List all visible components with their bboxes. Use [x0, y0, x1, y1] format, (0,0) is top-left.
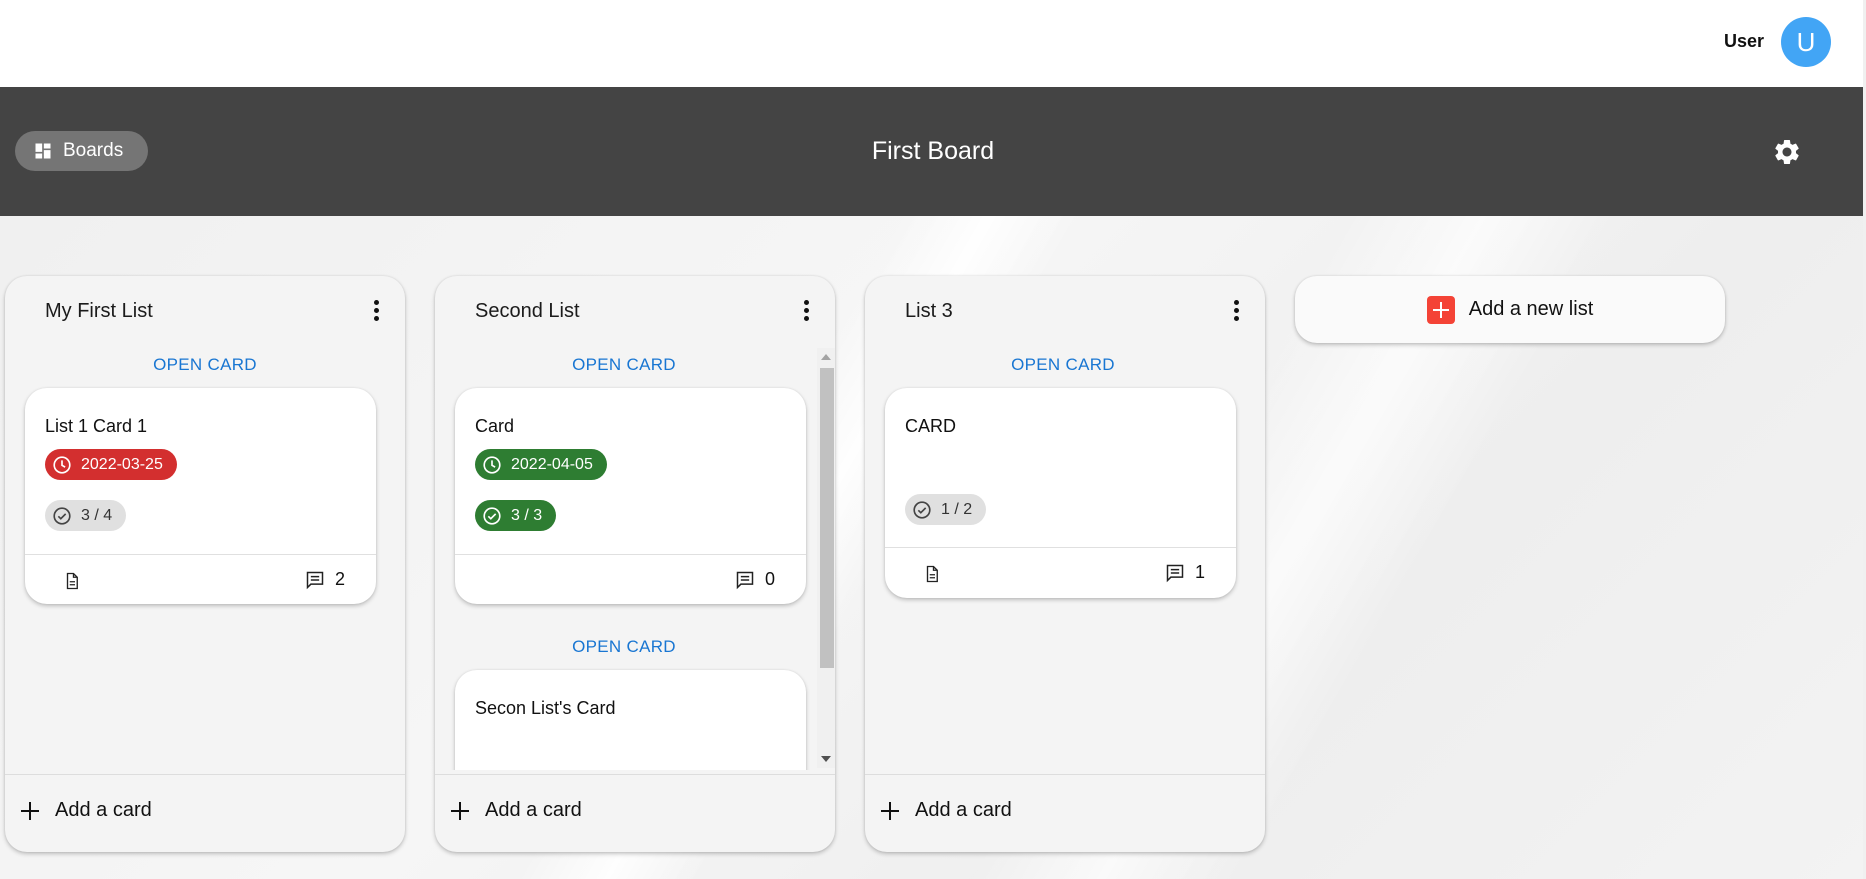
add-card-label: Add a card	[485, 799, 582, 821]
scroll-down-arrow[interactable]	[821, 756, 831, 762]
comment-count: 0	[735, 569, 775, 590]
add-card-button[interactable]: Add a card	[865, 774, 1265, 852]
open-card-button[interactable]: OPEN CARD	[865, 355, 1263, 375]
user-name: User	[1723, 31, 1764, 51]
plus-icon	[449, 800, 471, 822]
check-circle-icon	[913, 500, 931, 519]
comment-count: 2	[305, 569, 345, 590]
add-new-list-label: Add a new list	[1468, 298, 1594, 320]
checklist-chip: 3 / 3	[475, 500, 557, 531]
plus-icon	[879, 800, 901, 822]
card-title: Card	[475, 416, 515, 436]
comment-icon	[306, 571, 324, 589]
list-body: OPEN CARD Card 2022-04-05 3 / 3 0 OPEN C…	[435, 346, 817, 770]
card[interactable]: CARD 1 / 2 1	[885, 388, 1236, 598]
due-date-text: 2022-03-25	[81, 455, 163, 473]
comment-icon	[736, 571, 754, 589]
add-card-button[interactable]: Add a card	[435, 774, 835, 852]
checklist-text: 3 / 4	[81, 506, 113, 524]
check-circle-icon	[53, 506, 71, 525]
list-title: My First List	[45, 300, 153, 322]
comment-count-text: 2	[334, 569, 345, 589]
card[interactable]: List 1 Card 1 2022-03-25 3 / 4 2	[25, 388, 376, 604]
checklist-chip: 3 / 4	[45, 500, 127, 531]
check-circle-icon	[483, 506, 501, 525]
gear-icon[interactable]	[1772, 137, 1802, 167]
card-title: List 1 Card 1	[45, 416, 148, 436]
board-title: First Board	[871, 137, 995, 165]
board-header: Boards First Board	[0, 87, 1866, 216]
card-title: Secon List's Card	[475, 698, 616, 718]
list-body: OPEN CARD CARD 1 / 2 1	[865, 346, 1265, 770]
description-icon	[926, 565, 938, 583]
add-box-icon	[1426, 295, 1455, 324]
card-footer: 1	[885, 547, 1236, 597]
open-card-button[interactable]: OPEN CARD	[5, 355, 405, 375]
clock-icon	[53, 455, 71, 474]
comment-count-text: 1	[1194, 562, 1205, 582]
clock-icon	[483, 455, 501, 474]
comment-count: 1	[1165, 562, 1205, 583]
card[interactable]: Card 2022-04-05 3 / 3 0	[455, 388, 806, 604]
due-date-text: 2022-04-05	[511, 455, 593, 473]
list-title: List 3	[905, 300, 953, 322]
list-my-first-list: My First List OPEN CARD List 1 Card 1 20…	[5, 276, 405, 852]
avatar[interactable]: U	[1781, 17, 1831, 67]
list-scrollbar[interactable]	[817, 348, 835, 768]
top-app-bar: User U	[0, 0, 1866, 87]
add-card-button[interactable]: Add a card	[5, 774, 405, 852]
list-title: Second List	[475, 300, 580, 322]
checklist-chip: 1 / 2	[905, 494, 987, 525]
add-card-label: Add a card	[915, 799, 1012, 821]
checklist-text: 1 / 2	[941, 500, 973, 518]
more-vert-icon[interactable]	[1232, 300, 1240, 324]
card[interactable]: Secon List's Card	[455, 670, 806, 770]
add-new-list-button[interactable]: Add a new list	[1295, 276, 1725, 343]
card-footer: 0	[455, 554, 806, 604]
card-title: CARD	[905, 416, 957, 436]
add-card-label: Add a card	[55, 799, 152, 821]
list-list-3: List 3 OPEN CARD CARD 1 / 2 1 Add a card	[865, 276, 1265, 852]
open-card-button[interactable]: OPEN CARD	[435, 355, 815, 375]
list-second-list: Second List OPEN CARD Card 2022-04-05 3 …	[435, 276, 835, 852]
comment-icon	[1166, 564, 1184, 582]
list-body: OPEN CARD List 1 Card 1 2022-03-25 3 / 4…	[5, 346, 405, 770]
scroll-thumb[interactable]	[820, 368, 834, 668]
open-card-button[interactable]: OPEN CARD	[435, 637, 815, 657]
comment-count-text: 0	[764, 569, 775, 589]
due-date-chip: 2022-03-25	[45, 449, 177, 480]
checklist-text: 3 / 3	[511, 506, 543, 524]
scroll-up-arrow[interactable]	[821, 354, 831, 360]
due-date-chip: 2022-04-05	[475, 449, 607, 480]
description-icon	[66, 572, 78, 590]
plus-icon	[19, 800, 41, 822]
card-footer: 2	[25, 554, 376, 604]
more-vert-icon[interactable]	[372, 300, 380, 324]
more-vert-icon[interactable]	[802, 300, 810, 324]
